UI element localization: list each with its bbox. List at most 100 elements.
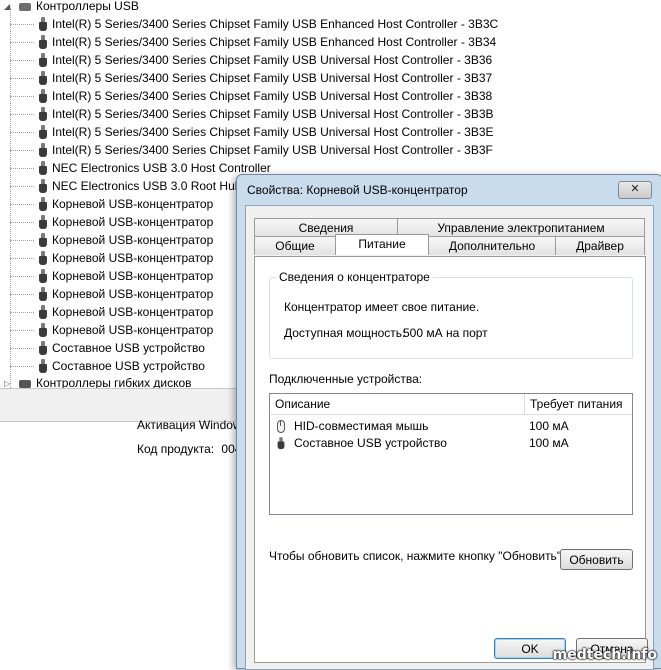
mouse-icon — [276, 419, 286, 434]
available-power-value: 500 мА на порт — [403, 326, 488, 340]
device-label: Составное USB устройство — [52, 341, 205, 355]
hub-power-text: Концентратор имеет свое питание. — [284, 300, 480, 314]
device-label: Корневой USB-концентратор — [52, 215, 214, 229]
device-label: Корневой USB-концентратор — [52, 287, 214, 301]
device-label: Intel(R) 5 Series/3400 Series Chipset Fa… — [52, 35, 497, 49]
column-power-required[interactable]: Требует питания — [525, 394, 632, 414]
usb-plug-icon — [38, 178, 48, 195]
device-label: Корневой USB-концентратор — [52, 233, 214, 247]
device-tree-item[interactable]: Intel(R) 5 Series/3400 Series Chipset Fa… — [10, 123, 494, 141]
usb-plug-icon — [38, 286, 48, 303]
device-tree-item[interactable]: Intel(R) 5 Series/3400 Series Chipset Fa… — [10, 141, 493, 159]
column-description[interactable]: Описание — [270, 394, 525, 414]
usb-plug-icon — [38, 106, 48, 123]
usb-plug-icon — [38, 160, 48, 177]
device-tree-item[interactable]: NEC Electronics USB 3.0 Host Controller — [10, 159, 271, 177]
device-tree-item[interactable]: Корневой USB-концентратор — [9, 321, 214, 339]
connected-devices-label: Подключенные устройства: — [269, 372, 423, 386]
device-label: Корневой USB-концентратор — [52, 323, 214, 337]
device-tree-item[interactable]: Intel(R) 5 Series/3400 Series Chipset Fa… — [9, 15, 499, 33]
usb-plug-icon — [277, 437, 286, 451]
device-label: Intel(R) 5 Series/3400 Series Chipset Fa… — [52, 143, 493, 157]
collapse-arrow-icon[interactable]: ◢ — [4, 0, 14, 16]
device-label: Intel(R) 5 Series/3400 Series Chipset Fa… — [52, 53, 493, 67]
list-item[interactable]: HID-совместимая мышь 100 мА — [270, 418, 632, 435]
usb-plug-icon — [38, 88, 48, 105]
connected-devices-list[interactable]: Описание Требует питания HID-совместимая… — [269, 393, 633, 515]
usb-plug-icon — [38, 340, 48, 357]
device-label: Intel(R) 5 Series/3400 Series Chipset Fa… — [52, 107, 494, 121]
tab-power[interactable]: Питание — [335, 234, 429, 255]
usb-plug-icon — [38, 124, 48, 141]
tab-general[interactable]: Общие — [254, 236, 336, 255]
list-item[interactable]: Составное USB устройство 100 мА — [270, 435, 632, 452]
usb-plug-icon — [38, 70, 48, 87]
usb-plug-icon — [38, 16, 48, 33]
device-label: Корневой USB-концентратор — [52, 305, 214, 319]
device-name: Составное USB устройство — [294, 436, 447, 450]
device-tree-item[interactable]: Корневой USB-концентратор — [9, 249, 214, 267]
refresh-button[interactable]: Обновить — [560, 549, 633, 570]
usb-plug-icon — [38, 304, 48, 321]
device-tree-item[interactable]: Корневой USB-концентратор — [9, 231, 214, 249]
tab-advanced[interactable]: Дополнительно — [428, 236, 556, 255]
usb-category-icon — [18, 1, 32, 13]
usb-plug-icon — [38, 268, 48, 285]
dialog-client-area: Сведения Управление электропитанием Общи… — [245, 205, 654, 670]
device-label: Intel(R) 5 Series/3400 Series Chipset Fa… — [52, 17, 499, 31]
device-power: 100 мА — [529, 419, 569, 433]
device-label: Корневой USB-концентратор — [52, 197, 214, 211]
device-label: Intel(R) 5 Series/3400 Series Chipset Fa… — [52, 71, 493, 85]
device-label: NEC Electronics USB 3.0 Root Hub — [52, 179, 242, 193]
device-tree-item[interactable]: Корневой USB-концентратор — [9, 267, 214, 285]
device-tree-item[interactable]: Корневой USB-концентратор — [9, 195, 214, 213]
close-button[interactable]: ✕ — [618, 181, 652, 199]
device-tree-item[interactable]: Intel(R) 5 Series/3400 Series Chipset Fa… — [9, 51, 493, 69]
device-label: NEC Electronics USB 3.0 Host Controller — [52, 161, 271, 175]
device-label: Intel(R) 5 Series/3400 Series Chipset Fa… — [52, 125, 494, 139]
device-tree-item[interactable]: Корневой USB-концентратор — [9, 285, 214, 303]
category-label: Контроллеры USB — [36, 0, 139, 13]
usb-plug-icon — [38, 142, 48, 159]
power-tab-page: Сведения о концентраторе Концентратор им… — [254, 256, 646, 663]
dialog-title: Свойства: Корневой USB-концентратор — [247, 183, 468, 197]
refresh-hint: Чтобы обновить список, нажмите кнопку "О… — [269, 549, 565, 563]
product-key-label: Код продукта: — [137, 442, 215, 456]
device-tree-item[interactable]: Составное USB устройство — [10, 357, 205, 375]
device-name: HID-совместимая мышь — [294, 419, 429, 433]
usb-plug-icon — [38, 358, 48, 375]
device-tree-item[interactable]: Intel(R) 5 Series/3400 Series Chipset Fa… — [9, 33, 497, 51]
status-bar — [0, 388, 240, 422]
hub-info-group: Сведения о концентраторе Концентратор им… — [269, 270, 633, 359]
usb-plug-icon — [38, 52, 48, 69]
usb-plug-icon — [38, 34, 48, 51]
product-key-row: Код продукта: 004 — [137, 442, 241, 456]
list-header: Описание Требует питания — [270, 394, 632, 415]
available-power-label: Доступная мощность: — [284, 326, 406, 340]
usb-plug-icon — [38, 214, 48, 231]
device-power: 100 мА — [529, 436, 569, 450]
device-label: Intel(R) 5 Series/3400 Series Chipset Fa… — [52, 89, 493, 103]
usb-plug-icon — [38, 196, 48, 213]
device-tree-item[interactable]: Intel(R) 5 Series/3400 Series Chipset Fa… — [9, 69, 493, 87]
title-bar[interactable]: Свойства: Корневой USB-концентратор ✕ — [237, 175, 661, 205]
usb-plug-icon — [38, 250, 48, 267]
usb-plug-icon — [38, 232, 48, 249]
tree-connector — [10, 8, 11, 388]
usb-plug-icon — [38, 322, 48, 339]
device-label: Корневой USB-концентратор — [52, 269, 214, 283]
tree-category-usb[interactable]: ◢ Контроллеры USB — [4, 0, 139, 15]
device-label: Корневой USB-концентратор — [52, 251, 214, 265]
device-tree-item[interactable]: Intel(R) 5 Series/3400 Series Chipset Fa… — [10, 105, 494, 123]
device-tree-item[interactable]: Корневой USB-концентратор — [9, 213, 214, 231]
tab-driver[interactable]: Драйвер — [555, 236, 645, 255]
device-label: Составное USB устройство — [52, 359, 205, 373]
activation-text: Активация Windows — [137, 418, 248, 432]
device-tree-item[interactable]: Корневой USB-концентратор — [9, 303, 214, 321]
group-title: Сведения о концентраторе — [276, 270, 433, 284]
device-tree-item[interactable]: NEC Electronics USB 3.0 Root Hub — [9, 177, 242, 195]
device-tree-item[interactable]: Intel(R) 5 Series/3400 Series Chipset Fa… — [9, 87, 493, 105]
tab-power-management[interactable]: Управление электропитанием — [397, 218, 645, 237]
properties-dialog: Свойства: Корневой USB-концентратор ✕ Св… — [236, 174, 661, 670]
device-tree-item[interactable]: Составное USB устройство — [10, 339, 205, 357]
